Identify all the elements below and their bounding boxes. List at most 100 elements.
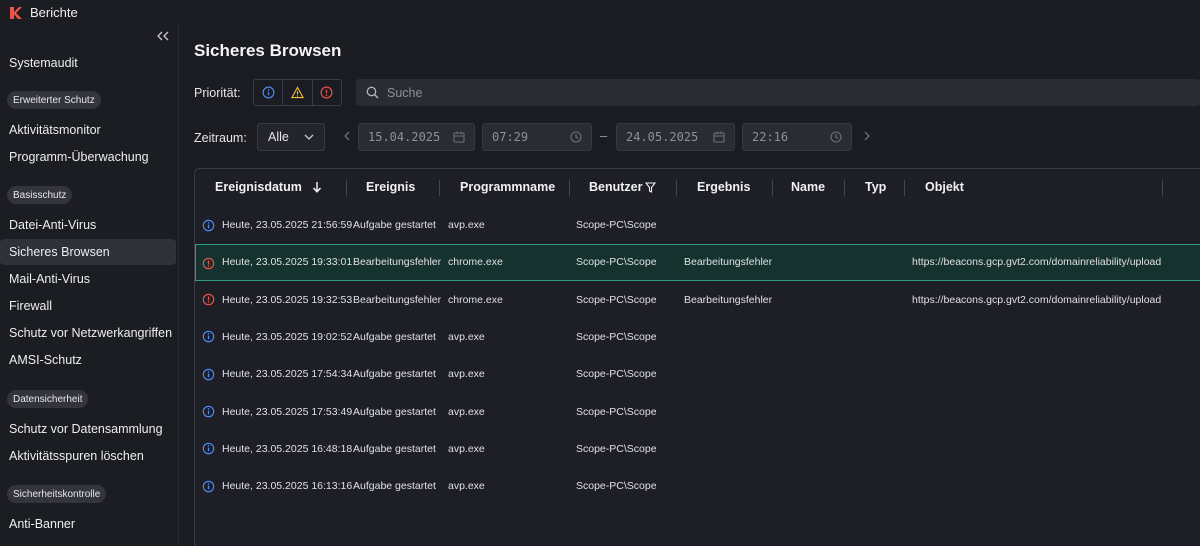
cell-event: Aufgabe gestartet [353,480,436,493]
priority-error-button[interactable] [311,80,341,105]
period-select-value: Alle [268,130,289,144]
column-header-name[interactable]: Name [791,169,825,205]
cell-program: avp.exe [448,330,485,343]
info-icon [202,356,215,393]
cell-user: Scope-PC\Scope [576,256,657,269]
table-row[interactable]: Heute, 23.05.2025 19:32:53 Bearbeitungsfe… [195,281,1200,318]
priority-filter [253,79,342,106]
clock-icon [830,131,842,143]
warning-icon [290,86,304,99]
cell-user: Scope-PC\Scope [576,293,657,306]
from-date-field[interactable]: 15.04.2025 [358,123,475,151]
cell-program: avp.exe [448,368,485,381]
cell-date: Heute, 23.05.2025 19:32:53 [222,293,353,306]
table-row[interactable]: Heute, 23.05.2025 19:33:01 Bearbeitungsfe… [195,243,1200,282]
cell-event: Aufgabe gestartet [353,405,436,418]
cell-user: Scope-PC\Scope [576,368,657,381]
table-row[interactable]: Heute, 23.05.2025 19:02:52 Aufgabe gestar… [195,318,1200,355]
table-row[interactable]: Heute, 23.05.2025 21:56:59 Aufgabe gestar… [195,207,1200,244]
to-time-field[interactable]: 22:16 [742,123,852,151]
search-box [356,79,1200,106]
chevron-left-icon [344,131,350,141]
sidebar-item-sicheres-browsen[interactable]: Sicheres Browsen [0,239,176,265]
collapse-sidebar-icon[interactable] [157,31,173,43]
app-title: Berichte [30,5,78,20]
column-separator [904,180,905,196]
column-separator [1162,180,1163,196]
sidebar-item-aktivitätsmonitor[interactable]: Aktivitätsmonitor [0,117,176,143]
priority-info-button[interactable] [254,80,282,105]
table-row[interactable]: Heute, 23.05.2025 16:13:16 Aufgabe gestar… [195,468,1200,505]
next-range-button[interactable] [863,129,871,144]
info-icon [202,207,215,244]
search-input[interactable] [387,85,1087,100]
cell-user: Scope-PC\Scope [576,219,657,231]
from-date-value: 15.04.2025 [368,130,441,144]
cell-user: Scope-PC\Scope [576,405,657,418]
sidebar-item-programm-überwachung[interactable]: Programm-Überwachung [0,144,176,170]
column-header-programmname[interactable]: Programmname [460,169,555,205]
sidebar-item-anti-banner[interactable]: Anti-Banner [0,511,176,537]
cell-object: https://beacons.gcp.gvt2.com/domainrelia… [912,293,1162,306]
events-table: Ereignisdatum Ereignis Programmname Benu… [194,168,1200,546]
column-header-ergebnis[interactable]: Ergebnis [697,169,751,205]
table-row[interactable]: Heute, 23.05.2025 16:48:18 Aufgabe gestar… [195,430,1200,467]
sidebar-item-schutz-vor-datensammlung[interactable]: Schutz vor Datensammlung [0,416,176,442]
column-header-typ[interactable]: Typ [865,169,886,205]
cell-event: Aufgabe gestartet [353,330,436,343]
column-header-ereignis[interactable]: Ereignis [366,169,415,205]
error-icon [202,245,215,282]
cell-date: Heute, 23.05.2025 19:33:01 [222,256,353,269]
from-time-field[interactable]: 07:29 [482,123,592,151]
chevron-down-icon [304,134,314,140]
column-separator [772,180,773,196]
column-header-objekt[interactable]: Objekt [925,169,964,205]
cell-date: Heute, 23.05.2025 16:13:16 [222,480,353,493]
filter-icon[interactable] [645,181,657,193]
calendar-icon [713,131,725,143]
clock-icon [570,131,582,143]
info-icon [202,430,215,467]
calendar-icon [453,131,465,143]
column-separator [676,180,677,196]
table-row[interactable]: Heute, 23.05.2025 17:53:49 Aufgabe gestar… [195,393,1200,430]
sidebar-item-mail-anti-virus[interactable]: Mail-Anti-Virus [0,266,176,292]
sidebar-item-aktivitätsspuren-löschen[interactable]: Aktivitätsspuren löschen [0,443,176,469]
sidebar-section-datensicherheit: Datensicherheit [7,390,89,408]
info-icon [202,318,215,355]
column-header-benutzer[interactable]: Benutzer [589,169,657,205]
sidebar-item-systemaudit[interactable]: Systemaudit [0,50,176,76]
table-row[interactable]: Heute, 23.05.2025 17:54:34 Aufgabe gestar… [195,356,1200,393]
cell-result: Bearbeitungsfehler [684,293,773,306]
priority-warning-button[interactable] [282,80,311,105]
sidebar-section-erweiterter-schutz: Erweiterter Schutz [7,91,101,109]
priority-label: Priorität: [194,86,241,100]
main-content: Sicheres Browsen Priorität: Zeitraum: Al… [180,25,1200,546]
info-icon [262,86,275,99]
column-separator [346,180,347,196]
sidebar-item-amsi-schutz[interactable]: AMSI-Schutz [0,347,176,373]
cell-program: avp.exe [448,219,485,231]
to-date-value: 24.05.2025 [626,130,699,144]
sidebar-item-schutz-vor-netzwerkangriffen[interactable]: Schutz vor Netzwerkangriffen [0,320,176,346]
sidebar-item-datei-anti-virus[interactable]: Datei-Anti-Virus [0,212,176,238]
title-bar: Berichte [0,0,1200,25]
to-time-value: 22:16 [752,130,789,144]
cell-program: chrome.exe [448,256,503,269]
table-header: Ereignisdatum Ereignis Programmname Benu… [195,169,1200,205]
error-icon [320,86,333,99]
error-icon [202,281,215,318]
cell-program: avp.exe [448,480,485,493]
cell-event: Aufgabe gestartet [353,442,436,455]
period-select[interactable]: Alle [257,123,325,151]
sidebar-section-basisschutz: Basisschutz [7,186,73,204]
column-separator [439,180,440,196]
previous-range-button[interactable] [343,129,351,144]
sidebar-item-firewall[interactable]: Firewall [0,293,176,319]
cell-program: chrome.exe [448,293,503,306]
sidebar: Systemaudit Erweiterter Schutz Aktivitätsm… [0,25,179,546]
column-header-ereignisdatum[interactable]: Ereignisdatum [215,169,322,205]
to-date-field[interactable]: 24.05.2025 [616,123,735,151]
cell-event: Bearbeitungsfehler [353,256,442,269]
page-title: Sicheres Browsen [194,41,342,60]
